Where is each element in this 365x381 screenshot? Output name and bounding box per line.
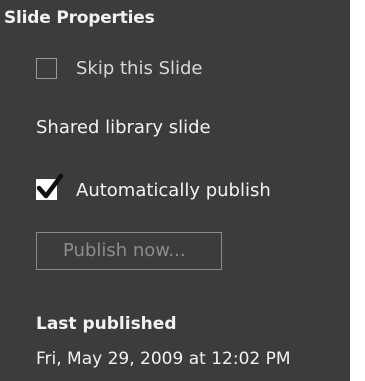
- publish-now-button[interactable]: Publish now...: [36, 232, 222, 270]
- auto-publish-label[interactable]: Automatically publish: [76, 180, 271, 201]
- auto-publish-checkbox[interactable]: [36, 173, 64, 200]
- skip-slide-label[interactable]: Skip this Slide: [76, 58, 203, 79]
- last-published-value: Fri, May 29, 2009 at 12:02 PM: [36, 349, 291, 369]
- panel-title: Slide Properties: [4, 8, 155, 28]
- shared-library-label: Shared library slide: [36, 117, 211, 138]
- skip-slide-checkbox[interactable]: [36, 58, 57, 79]
- slide-properties-panel: Slide Properties Skip this Slide Shared …: [0, 0, 350, 381]
- last-published-label: Last published: [36, 314, 177, 334]
- checkmark-icon: [36, 173, 64, 199]
